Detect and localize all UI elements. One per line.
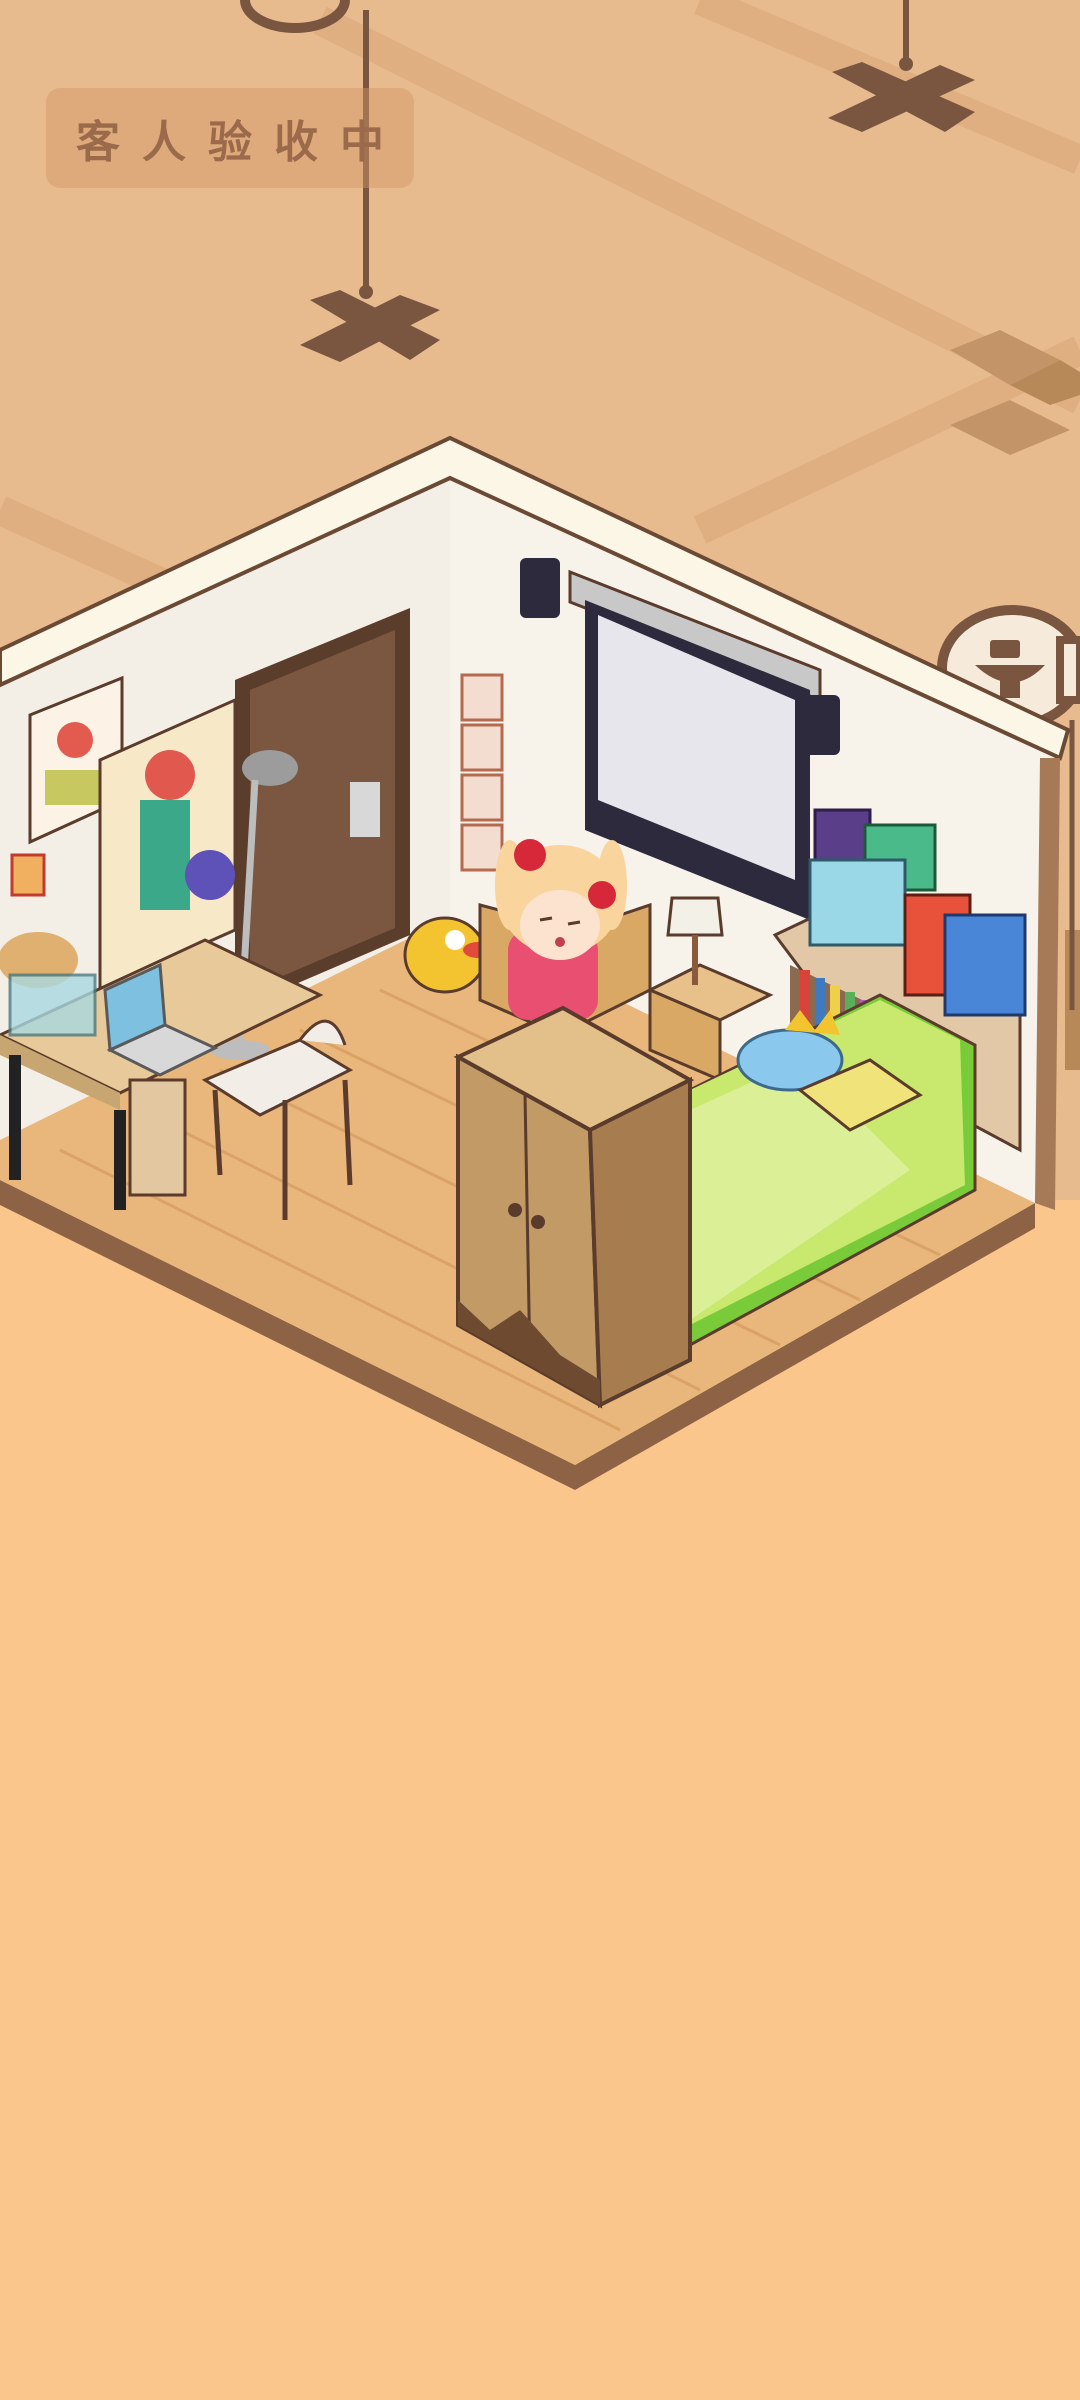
wardrobe[interactable] (453, 1005, 695, 1409)
status-label: 客人验收中 (76, 117, 406, 168)
guest-inspection-badge: 客人验收中 (46, 88, 414, 188)
scene-svg (0, 0, 1080, 2400)
game-scene: 客人验收中 (0, 0, 1080, 2400)
